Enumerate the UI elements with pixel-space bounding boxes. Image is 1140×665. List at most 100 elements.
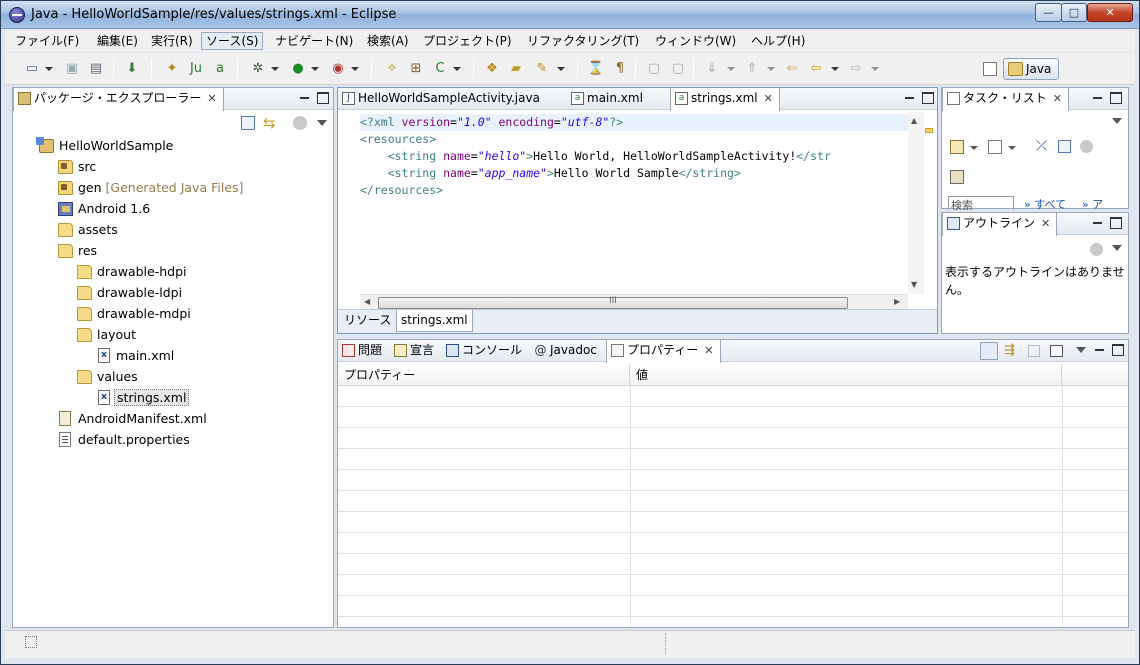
menu-window[interactable]: ウィンドウ(W) (651, 32, 740, 50)
link-with-editor-icon[interactable]: ⇆ (263, 114, 276, 132)
open-perspective-icon[interactable] (983, 62, 997, 76)
column-value[interactable]: 値 (630, 364, 1062, 386)
collapse-all-icon[interactable] (1058, 140, 1071, 153)
show-whitespace-icon[interactable]: ¶ (611, 60, 629, 78)
maximize-view-icon[interactable] (1112, 344, 1124, 356)
view-menu-icon[interactable] (1076, 347, 1086, 353)
last-edit-location-icon[interactable]: ⇐ (783, 60, 801, 78)
show-source-icon[interactable]: ▢ (669, 60, 687, 78)
tree-item-android-manifest[interactable]: AndroidManifest.xml (58, 409, 207, 429)
menu-source[interactable]: ソース(S) (201, 32, 264, 50)
minimize-view-icon[interactable] (299, 92, 311, 104)
open-type-icon[interactable]: ❖ (483, 60, 501, 78)
scrollbar-thumb[interactable]: III (378, 296, 848, 309)
tab-strings-xml[interactable]: a strings.xml ✕ (670, 88, 780, 111)
new-package-icon[interactable]: ⊞ (407, 60, 425, 78)
tree-item-drawable-ldpi[interactable]: drawable-ldpi (77, 283, 182, 303)
menu-file[interactable]: ファイル(F) (11, 32, 83, 50)
tree-item-project[interactable]: HelloWorldSample (36, 136, 173, 156)
categorize-dropdown-icon[interactable] (1008, 146, 1016, 150)
tree-item-drawable-hdpi[interactable]: drawable-hdpi (77, 262, 187, 282)
open-folder-icon[interactable]: ▰ (507, 60, 525, 78)
maximize-view-icon[interactable] (317, 92, 329, 104)
focus-icon[interactable] (1080, 140, 1093, 153)
save-icon[interactable]: ▣ (63, 60, 81, 78)
print-icon[interactable]: ▤ (87, 60, 105, 78)
tree-item-strings-xml[interactable]: x strings.xml (98, 388, 190, 408)
tab-hello-world-activity-java[interactable]: J HelloWorldSampleActivity.java (338, 88, 546, 110)
close-icon[interactable]: ✕ (704, 340, 713, 361)
tab-problems[interactable]: 問題 (338, 340, 386, 362)
new-task-icon[interactable] (950, 140, 964, 154)
fast-view-icon[interactable] (25, 636, 37, 648)
collapse-all-icon[interactable] (241, 116, 255, 130)
tab-strings-xml-source[interactable]: strings.xml (396, 310, 473, 332)
new-class-dropdown-icon[interactable] (453, 67, 461, 71)
tree-item-values[interactable]: values (77, 367, 138, 387)
back-icon[interactable]: ⇦ (807, 60, 825, 78)
scroll-up-icon[interactable]: ▲ (911, 116, 917, 125)
maximize-view-icon[interactable] (1110, 217, 1122, 229)
minimize-view-icon[interactable] (904, 92, 916, 104)
editor-horizontal-scrollbar[interactable]: ◀ III ▶ (360, 294, 908, 310)
view-menu-icon[interactable] (317, 120, 327, 126)
overview-ruler-marker[interactable] (925, 128, 933, 133)
task-search-input[interactable]: 検索 (948, 196, 1014, 210)
menu-edit[interactable]: 編集(E) (93, 32, 142, 50)
synchronize-icon[interactable] (950, 170, 964, 184)
minimize-button[interactable]: — (1035, 3, 1062, 22)
tab-properties[interactable]: プロパティー ✕ (606, 340, 721, 363)
new-dropdown-icon[interactable] (45, 67, 53, 71)
toggle-mark-occurrences-icon[interactable]: ⌛ (587, 60, 605, 78)
debug-icon[interactable]: ✲ (249, 60, 267, 78)
tree-item-default-properties[interactable]: default.properties (58, 430, 190, 450)
new-class-icon[interactable]: C (431, 60, 449, 78)
column-property[interactable]: プロパティー (338, 364, 630, 386)
tab-package-explorer[interactable]: パッケージ・エクスプローラー ✕ (13, 88, 224, 111)
close-icon[interactable]: ✕ (1053, 88, 1062, 109)
menu-search[interactable]: 検索(A) (363, 32, 413, 50)
show-advanced-icon[interactable]: ⇶ (1004, 343, 1015, 358)
android-sdk-icon[interactable]: ⬇ (123, 60, 141, 78)
new-task-dropdown-icon[interactable] (970, 146, 978, 150)
new-android-project-icon[interactable]: ✦ (163, 60, 181, 78)
forward-dropdown-icon[interactable] (871, 67, 879, 71)
external-tools-icon[interactable]: ◉ (329, 60, 347, 78)
previous-annotation-dropdown-icon[interactable] (767, 67, 775, 71)
menu-run[interactable]: 実行(R) (147, 32, 197, 50)
maximize-button[interactable]: □ (1061, 3, 1087, 22)
java-perspective-button[interactable]: Java (1003, 58, 1059, 80)
menu-help[interactable]: ヘルプ(H) (747, 32, 809, 50)
menu-navigate[interactable]: ナビゲート(N) (271, 32, 357, 50)
debug-dropdown-icon[interactable] (271, 67, 279, 71)
run-icon[interactable]: ● (289, 60, 307, 78)
run-dropdown-icon[interactable] (311, 67, 319, 71)
tree-item-gen[interactable]: gen [Generated Java Files] (58, 178, 243, 198)
scroll-right-icon[interactable]: ▶ (894, 297, 900, 306)
maximize-view-icon[interactable] (1110, 92, 1122, 104)
next-annotation-dropdown-icon[interactable] (727, 67, 735, 71)
tab-javadoc[interactable]: @ Javadoc (530, 340, 601, 362)
close-icon[interactable]: ✕ (764, 88, 773, 109)
previous-annotation-icon[interactable]: ⇑ (743, 60, 761, 78)
tree-item-src[interactable]: src (58, 157, 96, 177)
close-icon[interactable]: ✕ (207, 88, 216, 109)
tab-task-list[interactable]: タスク・リスト ✕ (942, 88, 1069, 111)
view-menu-icon[interactable] (1112, 245, 1122, 251)
all-tasks-link[interactable]: » すべて (1024, 196, 1066, 212)
pin-view-icon[interactable] (1050, 345, 1063, 357)
tree-item-drawable-mdpi[interactable]: drawable-mdpi (77, 304, 191, 324)
code-editor[interactable]: <?xml version="1.0" encoding="utf-8"?> <… (360, 112, 908, 294)
new-android-test-icon[interactable]: Ju (187, 60, 205, 78)
tab-outline[interactable]: アウトライン ✕ (942, 213, 1058, 236)
tab-console[interactable]: コンソール (442, 340, 526, 362)
minimize-view-icon[interactable] (1094, 344, 1106, 356)
tree-item-main-xml[interactable]: x main.xml (98, 346, 174, 366)
close-icon[interactable]: ✕ (1041, 213, 1050, 234)
scroll-left-icon[interactable]: ◀ (364, 297, 370, 306)
view-menu-filter-icon[interactable] (293, 116, 307, 130)
tree-item-layout[interactable]: layout (77, 325, 136, 345)
new-android-xml-icon[interactable]: a (211, 60, 229, 78)
menu-refactor[interactable]: リファクタリング(T) (523, 32, 643, 50)
outline-filter-icon[interactable] (1090, 243, 1103, 256)
